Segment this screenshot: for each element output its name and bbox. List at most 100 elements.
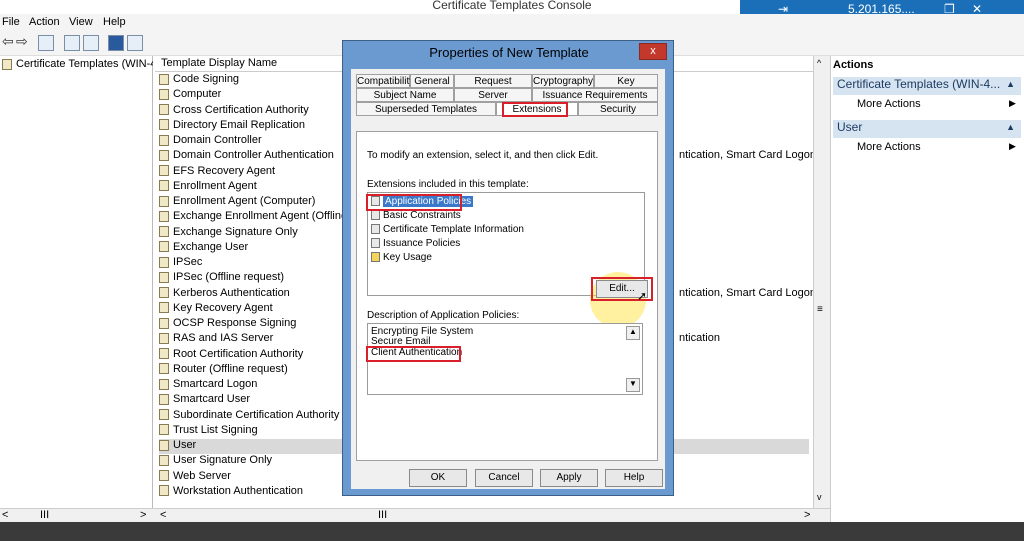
certificate-template-icon (159, 256, 169, 268)
tree-scroll-thumb[interactable]: III (40, 509, 49, 521)
cancel-button[interactable]: Cancel (475, 469, 533, 487)
help-icon[interactable] (108, 35, 124, 51)
horizontal-scrollbar[interactable]: < III > < III > (0, 508, 830, 523)
more-actions-label: More Actions (857, 98, 921, 110)
dialog-close-button[interactable]: x (639, 43, 667, 60)
tree-scroll-left-button[interactable]: < (2, 509, 8, 521)
properties-icon[interactable] (64, 35, 80, 51)
submenu-arrow-icon: ▶ (1009, 141, 1016, 151)
template-name: IPSec (Offline request) (173, 271, 285, 284)
actions-section-title: User (837, 120, 863, 134)
extension-issuance-policies[interactable]: Issuance Policies (371, 238, 460, 249)
submenu-arrow-icon: ▶ (1009, 98, 1016, 108)
list-scroll-thumb[interactable]: III (378, 509, 387, 521)
template-name: Trust List Signing (173, 423, 258, 436)
console-tree-icon[interactable] (38, 35, 54, 51)
description-label: Description of Application Policies: (367, 310, 520, 321)
extension-basic-constraints[interactable]: Basic Constraints (371, 210, 461, 221)
scroll-down-arrow-icon[interactable]: ▼ (626, 378, 640, 392)
tab-security[interactable]: Security (578, 102, 658, 116)
actions-section-title: Certificate Templates (WIN-4... (837, 77, 1001, 91)
template-name: Cross Certification Authority (173, 103, 309, 116)
actions-section-certificate-templates[interactable]: Certificate Templates (WIN-4... ▲ (833, 77, 1021, 95)
certificate-template-icon (159, 134, 169, 146)
menu-action[interactable]: Action (29, 16, 60, 28)
column-header-label: Template Display Name (161, 57, 278, 69)
list-scroll-right-button[interactable]: > (804, 509, 810, 521)
certificate-template-icon (159, 424, 169, 436)
ok-button[interactable]: OK (409, 469, 467, 487)
certificate-template-icon (159, 363, 169, 375)
template-name: Computer (173, 88, 222, 101)
tree-scroll-right-button[interactable]: > (140, 509, 146, 521)
more-actions-user[interactable]: More Actions (857, 141, 921, 153)
tree-node-label: Certificate Templates (WIN-4U0 (16, 58, 171, 70)
certificate-template-icon (159, 348, 169, 360)
template-name: Web Server (173, 469, 231, 482)
list-scroll-left-button[interactable]: < (160, 509, 166, 521)
certificate-template-icon (159, 104, 169, 116)
tab-compatibility[interactable]: Compatibility (356, 74, 414, 88)
certificate-template-icon (159, 149, 169, 161)
menu-help[interactable]: Help (103, 16, 126, 28)
tab-general[interactable]: General (410, 74, 454, 88)
export-list-icon[interactable] (83, 35, 99, 51)
help-button[interactable]: Help (605, 469, 663, 487)
template-name: Code Signing (173, 73, 240, 85)
template-name: EFS Recovery Agent (173, 164, 276, 177)
certificate-template-icon (159, 287, 169, 299)
show-action-pane-icon[interactable] (127, 35, 143, 51)
template-name: Root Certification Authority (173, 347, 304, 360)
tab-issuance-requirements[interactable]: Issuance Requirements (532, 88, 658, 102)
scroll-grip-icon: ≡ (817, 304, 823, 315)
template-name: RAS and IAS Server (173, 332, 274, 345)
template-name: OCSP Response Signing (173, 317, 297, 329)
template-name: User (173, 439, 197, 451)
tab-request-handling[interactable]: Request Handling (454, 74, 532, 100)
menu-bar: File Action View Help (0, 14, 1024, 31)
tab-cryptography[interactable]: Cryptography (532, 74, 594, 88)
more-actions-templates[interactable]: More Actions (857, 98, 921, 110)
certificate-template-icon (159, 195, 169, 207)
annotation-highlight-client-authentication (366, 346, 461, 362)
properties-dialog: Properties of New Template x Compatibili… (342, 40, 674, 496)
certificate-template-icon (159, 302, 169, 314)
vertical-scrollbar[interactable]: ^ ≡ v (813, 56, 830, 508)
forward-arrow-icon[interactable]: ⇨ (16, 33, 28, 50)
back-arrow-icon[interactable]: ⇦ (2, 33, 14, 50)
actions-section-user[interactable]: User ▲ (833, 120, 1021, 138)
tab-subject-name[interactable]: Subject Name (356, 88, 454, 102)
scroll-up-button[interactable]: ^ (817, 58, 821, 68)
extension-icon (371, 238, 380, 249)
template-intended-purposes: ntication (679, 332, 720, 345)
tree-node-certificate-templates[interactable]: Certificate Templates (WIN-4U0 (2, 58, 170, 70)
actions-pane: Actions Certificate Templates (WIN-4... … (830, 56, 1024, 522)
template-name: Exchange Signature Only (173, 225, 298, 238)
annotation-highlight-extensions-tab (502, 102, 568, 117)
template-name: Exchange Enrollment Agent (Offline req (173, 210, 367, 223)
tab-key-attestation[interactable]: Key Attestation (594, 74, 658, 100)
certificate-template-icon (159, 470, 169, 482)
template-name: Kerberos Authentication (173, 286, 290, 299)
apply-button[interactable]: Apply (540, 469, 598, 487)
template-name: Workstation Authentication (173, 484, 304, 497)
scroll-up-arrow-icon[interactable]: ▲ (626, 326, 640, 340)
collapse-icon[interactable]: ▲ (1006, 79, 1015, 89)
menu-file[interactable]: File (2, 16, 20, 28)
collapse-icon[interactable]: ▲ (1006, 122, 1015, 132)
taskbar-strip (0, 522, 1024, 541)
certificate-template-icon (159, 378, 169, 390)
certificate-template-icon (159, 409, 169, 421)
extension-key-usage[interactable]: Key Usage (371, 252, 432, 263)
menu-view[interactable]: View (69, 16, 93, 28)
scroll-down-button[interactable]: v (817, 492, 822, 502)
tab-server[interactable]: Server (454, 88, 532, 102)
template-name: Router (Offline request) (173, 362, 288, 375)
extension-icon (371, 210, 380, 221)
tab-superseded-templates[interactable]: Superseded Templates (356, 102, 496, 116)
template-name: Subordinate Certification Authority (173, 408, 340, 421)
extension-certificate-template-information[interactable]: Certificate Template Information (371, 224, 524, 235)
extension-label: Basic Constraints (383, 210, 461, 221)
dialog-body: Compatibility General Request Handling C… (351, 69, 665, 489)
certificate-template-icon (159, 73, 169, 85)
